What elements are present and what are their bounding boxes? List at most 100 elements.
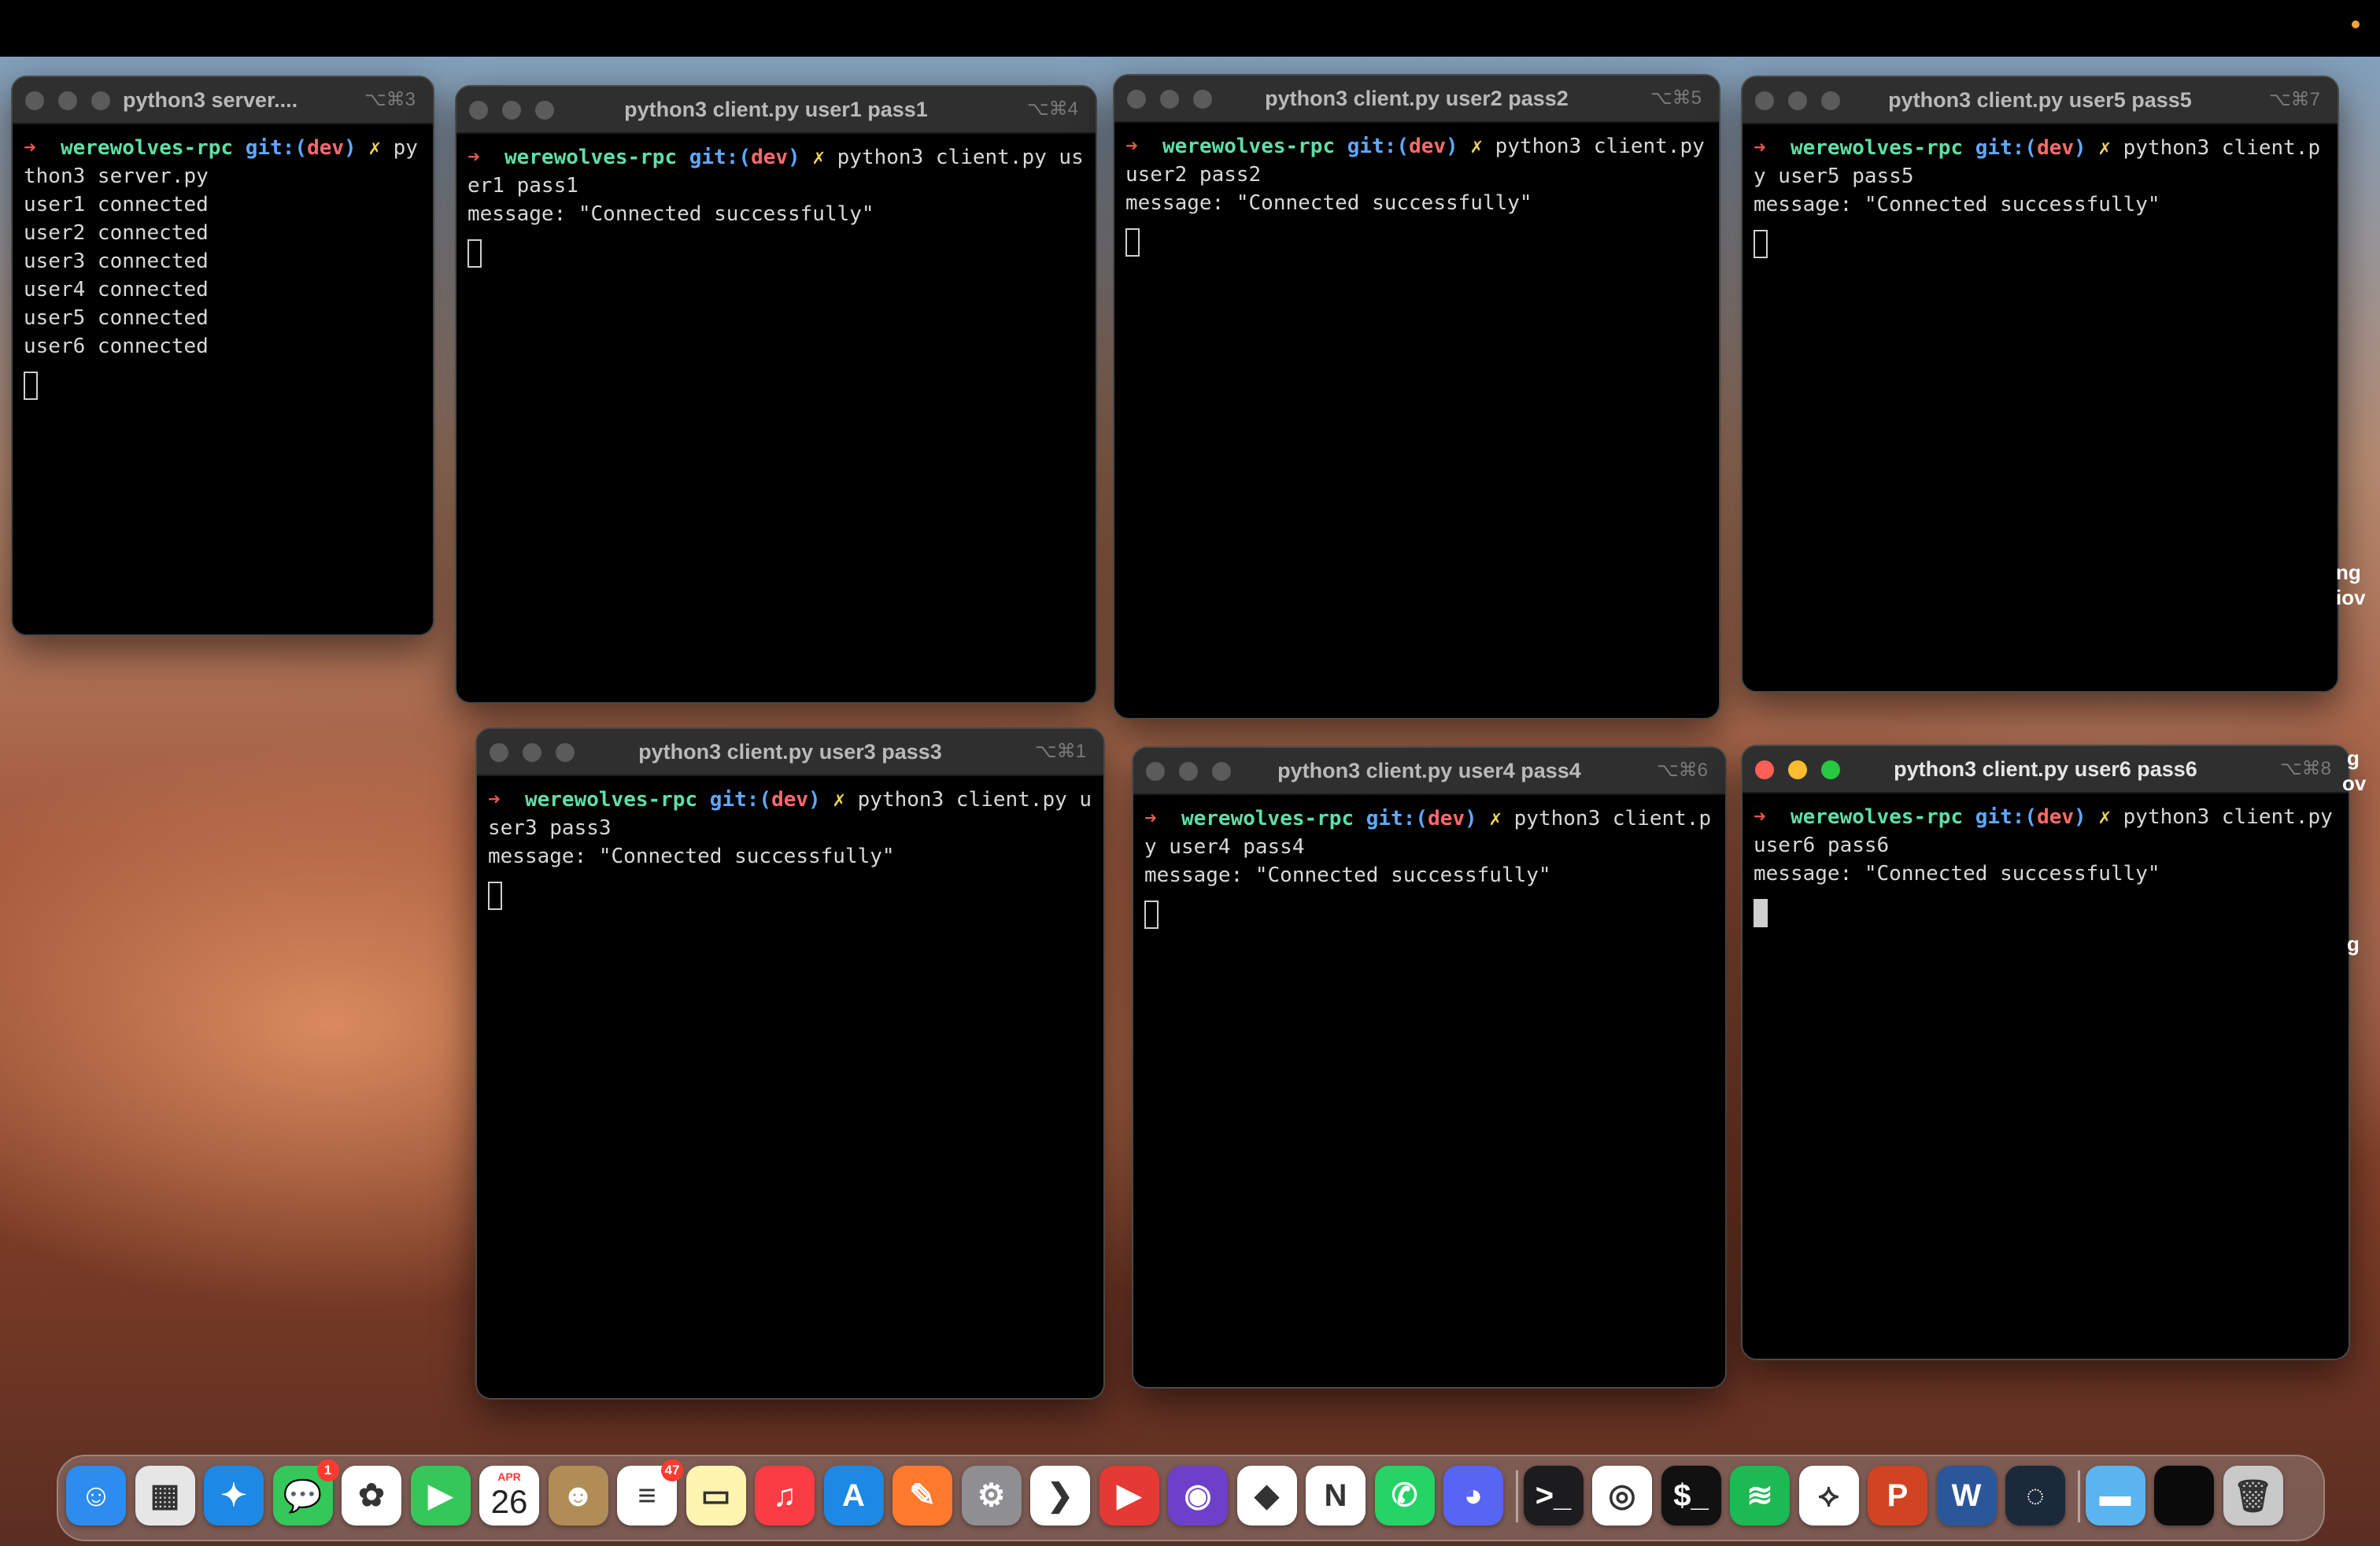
output-line: user5 connected: [24, 306, 209, 330]
prompt-arrow-icon: ➜: [1125, 135, 1138, 158]
prompt-git: git:(: [1975, 136, 2038, 160]
terminal-output[interactable]: ➜ werewolves-rpc git:(dev) ✗ python3 cli…: [456, 134, 1096, 277]
window-titlebar[interactable]: python3 client.py user1 pass1 ⌥⌘4: [456, 87, 1096, 134]
window-titlebar[interactable]: python3 client.py user4 pass4 ⌥⌘6: [1133, 748, 1725, 795]
dock-powerpoint[interactable]: P: [1868, 1466, 1927, 1526]
prompt-line: ➜ werewolves-rpc git:(dev) ✗ python3 cli…: [1125, 132, 1708, 189]
cursor: [1144, 901, 1159, 929]
offscreen-window-text: ng: [2336, 560, 2361, 584]
dock-notion[interactable]: N: [1306, 1466, 1366, 1526]
terminal-window-user3[interactable]: python3 client.py user3 pass3 ⌥⌘1 ➜ were…: [475, 727, 1105, 1400]
dock-github[interactable]: ◉: [1168, 1466, 1228, 1526]
window-shortcut: ⌥⌘1: [1034, 741, 1086, 762]
output-line: user2 connected: [24, 221, 209, 245]
terminal-output[interactable]: ➜ werewolves-rpc git:(dev) ✗ python3 cli…: [477, 776, 1103, 919]
gear-icon: ⚙: [977, 1478, 1006, 1513]
pencil-icon: ✎: [909, 1478, 936, 1513]
prompt-arrow-icon: ➜: [24, 136, 36, 160]
prompt-arrow-icon: ➜: [468, 146, 480, 169]
dock-discord[interactable]: ◕: [1443, 1466, 1503, 1526]
terminal-output[interactable]: ➜ werewolves-rpc git:(dev) ✗ python3 cli…: [1743, 793, 2349, 937]
window-shortcut: ⌥⌘3: [364, 89, 416, 110]
dock-contacts[interactable]: ☻: [548, 1466, 608, 1526]
dock-app-store[interactable]: A: [823, 1466, 884, 1526]
dock-terminal[interactable]: >_: [1523, 1466, 1584, 1526]
dock-clickup[interactable]: ◆: [1236, 1466, 1297, 1526]
terminal-window-user5[interactable]: python3 client.py user5 pass5 ⌥⌘7 ➜ were…: [1741, 76, 2339, 693]
window-titlebar[interactable]: python3 client.py user3 pass3 ⌥⌘1: [477, 729, 1103, 776]
cursor: [1754, 899, 1768, 927]
dock-acrobat[interactable]: ⟡: [1798, 1466, 1859, 1526]
terminal-output[interactable]: ➜ werewolves-rpc git:(dev) ✗ python3 ser…: [13, 124, 433, 409]
window-shortcut: ⌥⌘8: [2279, 758, 2331, 779]
window-titlebar[interactable]: python3 server.... ⌥⌘3: [13, 77, 433, 124]
prompt-branch: dev: [1428, 807, 1465, 830]
prompt-arrow-icon: ➜: [488, 788, 501, 812]
dock-trash[interactable]: 🗑: [2223, 1466, 2283, 1526]
window-titlebar[interactable]: python3 client.py user2 pass2 ⌥⌘5: [1114, 76, 1719, 123]
dock-reminders[interactable]: ≡ 47: [617, 1459, 683, 1526]
dock-word[interactable]: W: [1936, 1466, 1997, 1526]
dock-whatsapp[interactable]: ✆: [1374, 1466, 1435, 1526]
offscreen-window-text: ov: [2342, 771, 2367, 795]
dock-launchpad[interactable]: ▦: [135, 1466, 195, 1526]
terminal-window-server[interactable]: python3 server.... ⌥⌘3 ➜ werewolves-rpc …: [11, 76, 434, 636]
dock-window-preview[interactable]: [2154, 1466, 2214, 1526]
dock-media-player[interactable]: ▶: [1099, 1466, 1159, 1526]
terminal-output[interactable]: ➜ werewolves-rpc git:(dev) ✗ python3 cli…: [1114, 123, 1719, 266]
output-line: user6 connected: [24, 335, 209, 358]
clickup-icon: ◆: [1255, 1478, 1279, 1513]
dock-spotify[interactable]: ≋: [1730, 1466, 1790, 1526]
dock-photos[interactable]: ✿: [342, 1466, 401, 1526]
prompt-line: ➜ werewolves-rpc git:(dev) ✗ python3 cli…: [488, 786, 1092, 842]
cursor: [1754, 230, 1768, 258]
dock-calendar[interactable]: APR 26: [479, 1466, 539, 1526]
dock-separator: [2077, 1470, 2080, 1522]
dock-vscode[interactable]: ❯: [1030, 1466, 1090, 1526]
prompt-line: ➜ werewolves-rpc git:(dev) ✗ python3 cli…: [1754, 134, 2326, 190]
dock-terminal-2[interactable]: $_: [1661, 1466, 1721, 1526]
whatsapp-icon: ✆: [1391, 1478, 1418, 1513]
contacts-icon: ☻: [561, 1478, 595, 1513]
prompt-git: git:(: [689, 146, 752, 169]
dock-downloads-folder[interactable]: ▬: [2085, 1466, 2145, 1526]
prompt-line: ➜ werewolves-rpc git:(dev) ✗ python3 cli…: [1144, 804, 1714, 861]
dock-music[interactable]: ♫: [755, 1466, 815, 1526]
cursor: [24, 372, 38, 400]
spotify-icon: ≋: [1746, 1478, 1773, 1513]
terminal-window-user1[interactable]: python3 client.py user1 pass1 ⌥⌘4 ➜ were…: [455, 85, 1097, 704]
prompt-branch: dev: [771, 788, 809, 812]
window-titlebar[interactable]: python3 client.py user5 pass5 ⌥⌘7: [1743, 77, 2338, 124]
prompt-git: git:(: [1366, 807, 1428, 830]
window-shortcut: ⌥⌘7: [2268, 89, 2320, 110]
notification-badge: 1: [316, 1459, 339, 1481]
prompt-repo: werewolves-rpc: [1162, 135, 1336, 158]
prompt-branch: dev: [2037, 805, 2075, 829]
discord-icon: ◕: [1463, 1478, 1484, 1513]
terminal-output[interactable]: ➜ werewolves-rpc git:(dev) ✗ python3 cli…: [1133, 795, 1725, 938]
offscreen-window-text: iov: [2336, 586, 2366, 609]
dock-finder[interactable]: ☺: [66, 1466, 126, 1526]
dock-system-settings[interactable]: ⚙: [961, 1466, 1022, 1526]
window-titlebar[interactable]: python3 client.py user6 pass6 ⌥⌘8: [1743, 746, 2349, 793]
dock-pencil-app[interactable]: ✎: [893, 1466, 952, 1526]
dock-notes[interactable]: ▭: [686, 1466, 746, 1526]
terminal-output[interactable]: ➜ werewolves-rpc git:(dev) ✗ python3 cli…: [1743, 124, 2338, 268]
dock-facetime[interactable]: ▶: [410, 1466, 471, 1526]
terminal-window-user6[interactable]: python3 client.py user6 pass6 ⌥⌘8 ➜ were…: [1741, 745, 2350, 1360]
folder-icon: ▬: [2099, 1478, 2131, 1513]
dock-screenshot-tool[interactable]: ◌: [2005, 1466, 2065, 1526]
dock-safari[interactable]: ✦: [204, 1466, 264, 1526]
facetime-icon: ▶: [428, 1478, 453, 1513]
prompt-arrow-icon: ➜: [1754, 805, 1766, 829]
terminal-window-user2[interactable]: python3 client.py user2 pass2 ⌥⌘5 ➜ were…: [1113, 74, 1720, 719]
prompt-git: ): [788, 146, 800, 169]
dock-messages[interactable]: 💬 1: [272, 1459, 339, 1526]
output-line: message: "Connected successfully": [1754, 862, 2160, 886]
terminal-window-user4[interactable]: python3 client.py user4 pass4 ⌥⌘6 ➜ were…: [1132, 746, 1727, 1389]
dock-chrome[interactable]: ◎: [1592, 1466, 1652, 1526]
github-icon: ◉: [1184, 1478, 1212, 1513]
prompt-git: git:(: [709, 788, 772, 812]
notification-badge: 47: [661, 1459, 683, 1481]
output-line: user1 connected: [24, 193, 209, 216]
